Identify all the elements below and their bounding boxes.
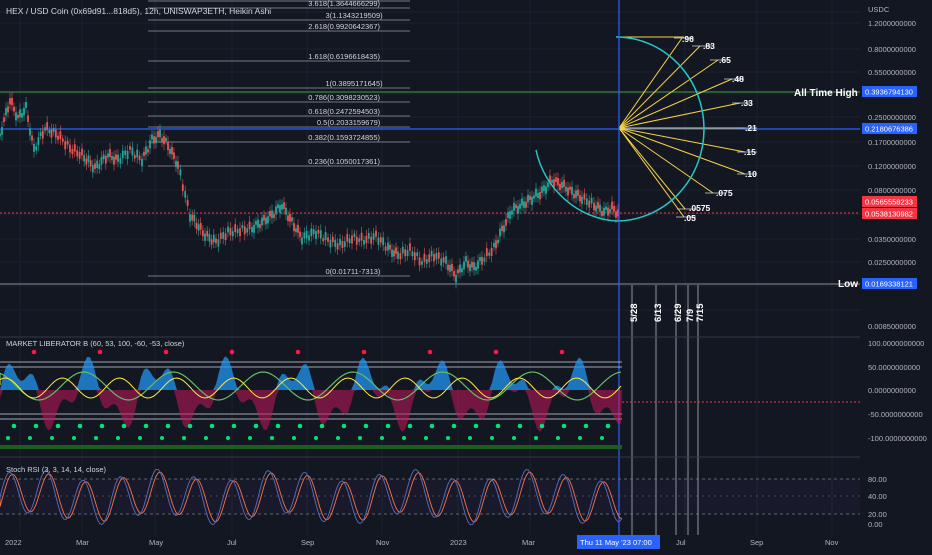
fib-level-label: 2.618(0.9920642367) xyxy=(308,22,380,31)
date-label: 6/29 xyxy=(673,304,684,323)
fan-label: .05 xyxy=(684,213,696,223)
fan-label: .15 xyxy=(744,147,756,157)
stoch-rsi-tick: 40.00 xyxy=(868,492,887,501)
fan-label: .65 xyxy=(719,55,731,65)
time-tick: May xyxy=(149,538,163,547)
currency-label: USDC xyxy=(868,5,890,14)
price-badge-blue-line: 0.2180676386 xyxy=(862,123,917,134)
time-tick: Nov xyxy=(376,538,390,547)
svg-text:0.2180676386: 0.2180676386 xyxy=(865,125,913,134)
svg-text:0.0538130982: 0.0538130982 xyxy=(865,210,913,219)
ml-tick: 100.0000000000 xyxy=(868,339,924,348)
stoch-rsi-tick: 0.00 xyxy=(868,520,883,529)
fan-label: .21 xyxy=(745,123,757,133)
fib-level-label: 0.5(0.2033159679) xyxy=(317,118,381,127)
price-axis[interactable]: USDC 1.2000000000 0.8000000000 0.550000000… xyxy=(860,0,932,550)
price-tick: 1.2000000000 xyxy=(868,19,916,28)
price-tick: 0.1700000000 xyxy=(868,138,916,147)
time-tick: Sep xyxy=(750,538,763,547)
all-time-high-label[interactable]: All Time High xyxy=(794,88,858,99)
price-tick: 0.0800000000 xyxy=(868,186,916,195)
time-tick: 2022 xyxy=(5,538,22,547)
fan-label: .075 xyxy=(716,188,733,198)
stoch-rsi-tick: 20.00 xyxy=(868,510,887,519)
market-liberator-title[interactable]: MARKET LIBERATOR B (60, 53, 100, -60, -5… xyxy=(6,339,185,348)
fib-level-label: 1.618(0.6196618435) xyxy=(308,52,380,61)
fan-label: .10 xyxy=(745,169,757,179)
price-badge-ath: 0.3936794130 xyxy=(862,86,917,97)
svg-text:Thu 11 May '23 07:00: Thu 11 May '23 07:00 xyxy=(580,538,652,547)
time-tick: Jul xyxy=(676,538,686,547)
chart-title[interactable]: HEX / USD Coin (0x69d91...818d5), 12h, U… xyxy=(6,6,271,16)
fib-level-label: 0.382(0.1593724855) xyxy=(308,133,380,142)
svg-text:0.0169338121: 0.0169338121 xyxy=(865,280,913,289)
price-badge-low: 0.0169338121 xyxy=(862,278,917,289)
ml-signal-bar xyxy=(0,445,622,449)
fib-level-label: 0(0.01711-7313) xyxy=(326,267,381,276)
price-badge-current-2: 0.0538130982 xyxy=(862,208,917,219)
date-label: 7/15 xyxy=(695,303,706,322)
ml-tick: 0.0000000000 xyxy=(868,386,916,395)
time-tick: Nov xyxy=(825,538,839,547)
fib-level-label: 3.618(1.3644666299) xyxy=(308,0,380,8)
fib-level-label: 1(0.3895171645) xyxy=(326,79,384,88)
time-tick: Jul xyxy=(227,538,237,547)
time-tick: 2023 xyxy=(450,538,467,547)
time-crosshair-badge: Thu 11 May '23 07:00 xyxy=(577,535,660,549)
ml-tick: -50.0000000000 xyxy=(868,410,923,419)
time-tick: Mar xyxy=(76,538,89,547)
fan-label: .48 xyxy=(732,74,744,84)
fib-level-label: 0.618(0.2472594503) xyxy=(308,107,380,116)
stoch-rsi-title[interactable]: Stoch RSI (3, 3, 14, 14, close) xyxy=(6,465,107,474)
time-axis[interactable]: 2022 Mar May Jul Sep Nov 2023 Mar Jul Sep Nov Thu … xyxy=(0,535,932,550)
time-tick: Mar xyxy=(522,538,535,547)
svg-text:0.0565558233: 0.0565558233 xyxy=(865,198,913,207)
fib-level-label: 0.786(0.3098230523) xyxy=(308,93,380,102)
price-badge-current-1: 0.0565558233 xyxy=(862,196,917,207)
stoch-rsi-tick: 80.00 xyxy=(868,475,887,484)
fib-level-label: 3(1.1343219509) xyxy=(326,11,384,20)
price-tick: 0.2500000000 xyxy=(868,113,916,122)
ml-tick: -100.0000000000 xyxy=(868,434,927,443)
fan-label: .83 xyxy=(703,41,715,51)
date-label: 6/13 xyxy=(653,304,664,323)
ml-tick: 50.0000000000 xyxy=(868,363,920,372)
fan-label: .33 xyxy=(741,98,753,108)
trading-chart[interactable]: 4.236(2.0677744089)3.618(1.3644666299)3(… xyxy=(0,0,932,550)
time-tick: Sep xyxy=(301,538,314,547)
stoch-rsi-band xyxy=(0,479,860,514)
low-label[interactable]: Low xyxy=(838,279,858,290)
date-label: 5/28 xyxy=(629,304,640,323)
price-tick: 0.0085000000 xyxy=(868,322,916,331)
price-tick: 0.0250000000 xyxy=(868,258,916,267)
price-tick: 0.8000000000 xyxy=(868,45,916,54)
fan-label: .96 xyxy=(682,34,694,44)
price-tick: 0.0350000000 xyxy=(868,235,916,244)
price-tick: 0.5500000000 xyxy=(868,68,916,77)
fib-level-label: 0.236(0.1050017361) xyxy=(308,157,380,166)
price-tick: 0.1200000000 xyxy=(868,162,916,171)
fan-label: .0575 xyxy=(689,203,711,213)
svg-text:0.3936794130: 0.3936794130 xyxy=(865,88,913,97)
